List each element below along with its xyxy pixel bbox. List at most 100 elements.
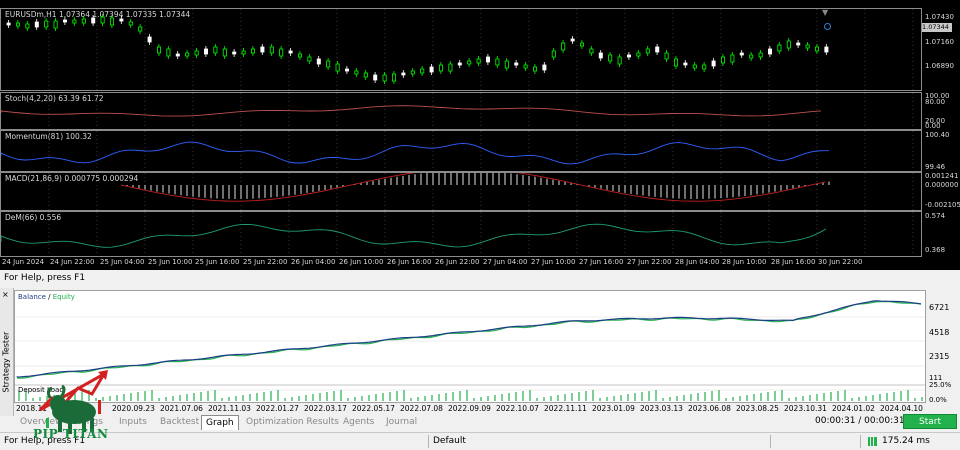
connection-icon [868,437,877,446]
candle-body [495,58,500,66]
balance-graph[interactable]: Balance / Equity Deposit Load [14,290,926,403]
price-axis-label: 1.07430 [925,13,954,21]
momentum-pane[interactable]: Momentum(81) 100.32 [0,130,922,172]
candle-body [81,18,86,24]
macd-axis-label: -0.002105 [925,201,960,209]
tab-agents[interactable]: Agents [339,415,378,429]
candle-body [382,74,387,82]
candle-body [15,22,20,27]
momentum-axis-label: 99.46 [925,163,946,171]
date-axis-label: 2022.11.11 [544,404,587,413]
candle-body [580,42,585,47]
candle-body [786,40,791,49]
demarker-line [1,212,914,256]
close-icon[interactable]: × [2,290,9,299]
candle-body [269,46,274,54]
candle-body [598,52,603,59]
balance-axis-label: 4518 [929,328,950,337]
tab-backtest[interactable]: Backtest [156,415,203,429]
candle-body [749,54,754,59]
date-axis-label: 2021.07.06 [160,404,203,413]
load-axis-label: 0.0% [929,396,947,404]
time-axis-label: 25 Jun 10:00 [148,258,193,266]
help-bar: For Help, press F1 [0,270,960,289]
macd-axis-label: 0.000000 [925,181,959,189]
candle-body [467,60,472,65]
candle-body [373,74,378,81]
candle-body [768,48,773,55]
status-divider [428,435,429,448]
candle-body [636,52,641,57]
macd-pane[interactable]: MACD(21,86,9) 0.000775 0.000294 [0,172,922,211]
candle-body [156,46,161,54]
candle-body [138,26,143,32]
candle-body [260,46,265,53]
candle-body [485,56,490,63]
candle-body [420,68,425,74]
logo-text: PIP TITAN [33,427,109,441]
candle-body [241,50,246,55]
candle-body [335,63,340,72]
candle-body [72,19,77,24]
date-axis-label: 2023.03.13 [640,404,683,413]
date-axis-label: 2023.06.08 [688,404,731,413]
tab-journal[interactable]: Journal [382,415,421,429]
strategy-tester-panel[interactable]: × Strategy Tester Balance / Equity Depos… [0,288,960,450]
momentum-axis-label: 100.40 [925,131,950,139]
time-axis-label: 28 Jun 16:00 [771,258,816,266]
candle-body [34,21,39,28]
candle-body [523,64,528,69]
candle-body [91,17,96,24]
tester-title: Strategy Tester [1,331,11,393]
candle-body [533,66,538,72]
candle-body [551,50,556,58]
time-axis-label: 25 Jun 04:00 [100,258,145,266]
candle-body [25,23,30,29]
time-axis-label: 27 Jun 10:00 [531,258,576,266]
candle-body [53,20,58,29]
candle-body [44,20,49,28]
time-axis-label: 24 Jun 22:00 [50,258,95,266]
candle-body [213,46,218,54]
candle-body [664,52,669,60]
equity-curve [16,300,922,379]
candle-body [307,56,312,62]
start-button[interactable]: Start [903,414,957,429]
time-axis-label: 24 Jun 2024 [2,258,45,266]
candle-body [166,48,171,57]
chart-window[interactable]: EURUSDm,H1 1.07364 1.07394 1.07335 1.073… [0,0,960,270]
candle-body [250,48,255,54]
candle-body [410,70,415,75]
candle-body [232,51,237,55]
date-axis-label: 2022.09.09 [448,404,491,413]
price-pane[interactable]: EURUSDm,H1 1.07364 1.07394 1.07335 1.073… [0,8,922,91]
candle-body [476,58,481,64]
candle-body [674,58,679,67]
stoch-axis-label: 80.00 [925,98,946,106]
candle-body [796,42,801,46]
time-axis-label: 25 Jun 22:00 [243,258,288,266]
candle-body [203,48,208,55]
tab-inputs[interactable]: Inputs [115,415,151,429]
tab-optimization-results[interactable]: Optimization Results [242,415,343,429]
candle-body [448,63,453,72]
date-axis-label: 2020.09.23 [112,404,155,413]
candle-body [683,62,688,66]
candle-body [739,52,744,56]
status-divider [770,435,771,448]
stochastic-pane[interactable]: Stoch(4,2,20) 63.39 61.72 [0,92,922,130]
time-axis-label: 25 Jun 16:00 [195,258,240,266]
date-axis-label: 2023.01.09 [592,404,635,413]
balance-equity-curve [15,300,925,401]
candle-body [222,48,227,57]
tester-side-bar[interactable]: × Strategy Tester [0,288,14,416]
candle-body [589,48,594,54]
candle-body [627,54,632,58]
tab-graph[interactable]: Graph [201,415,239,430]
demarker-pane[interactable]: DeM(66) 0.556 [0,211,922,257]
date-axis-label: 2022.05.17 [352,404,395,413]
candle-body [354,70,359,75]
candle-body [119,18,124,22]
candle-body [326,60,331,68]
candle-body [288,50,293,54]
